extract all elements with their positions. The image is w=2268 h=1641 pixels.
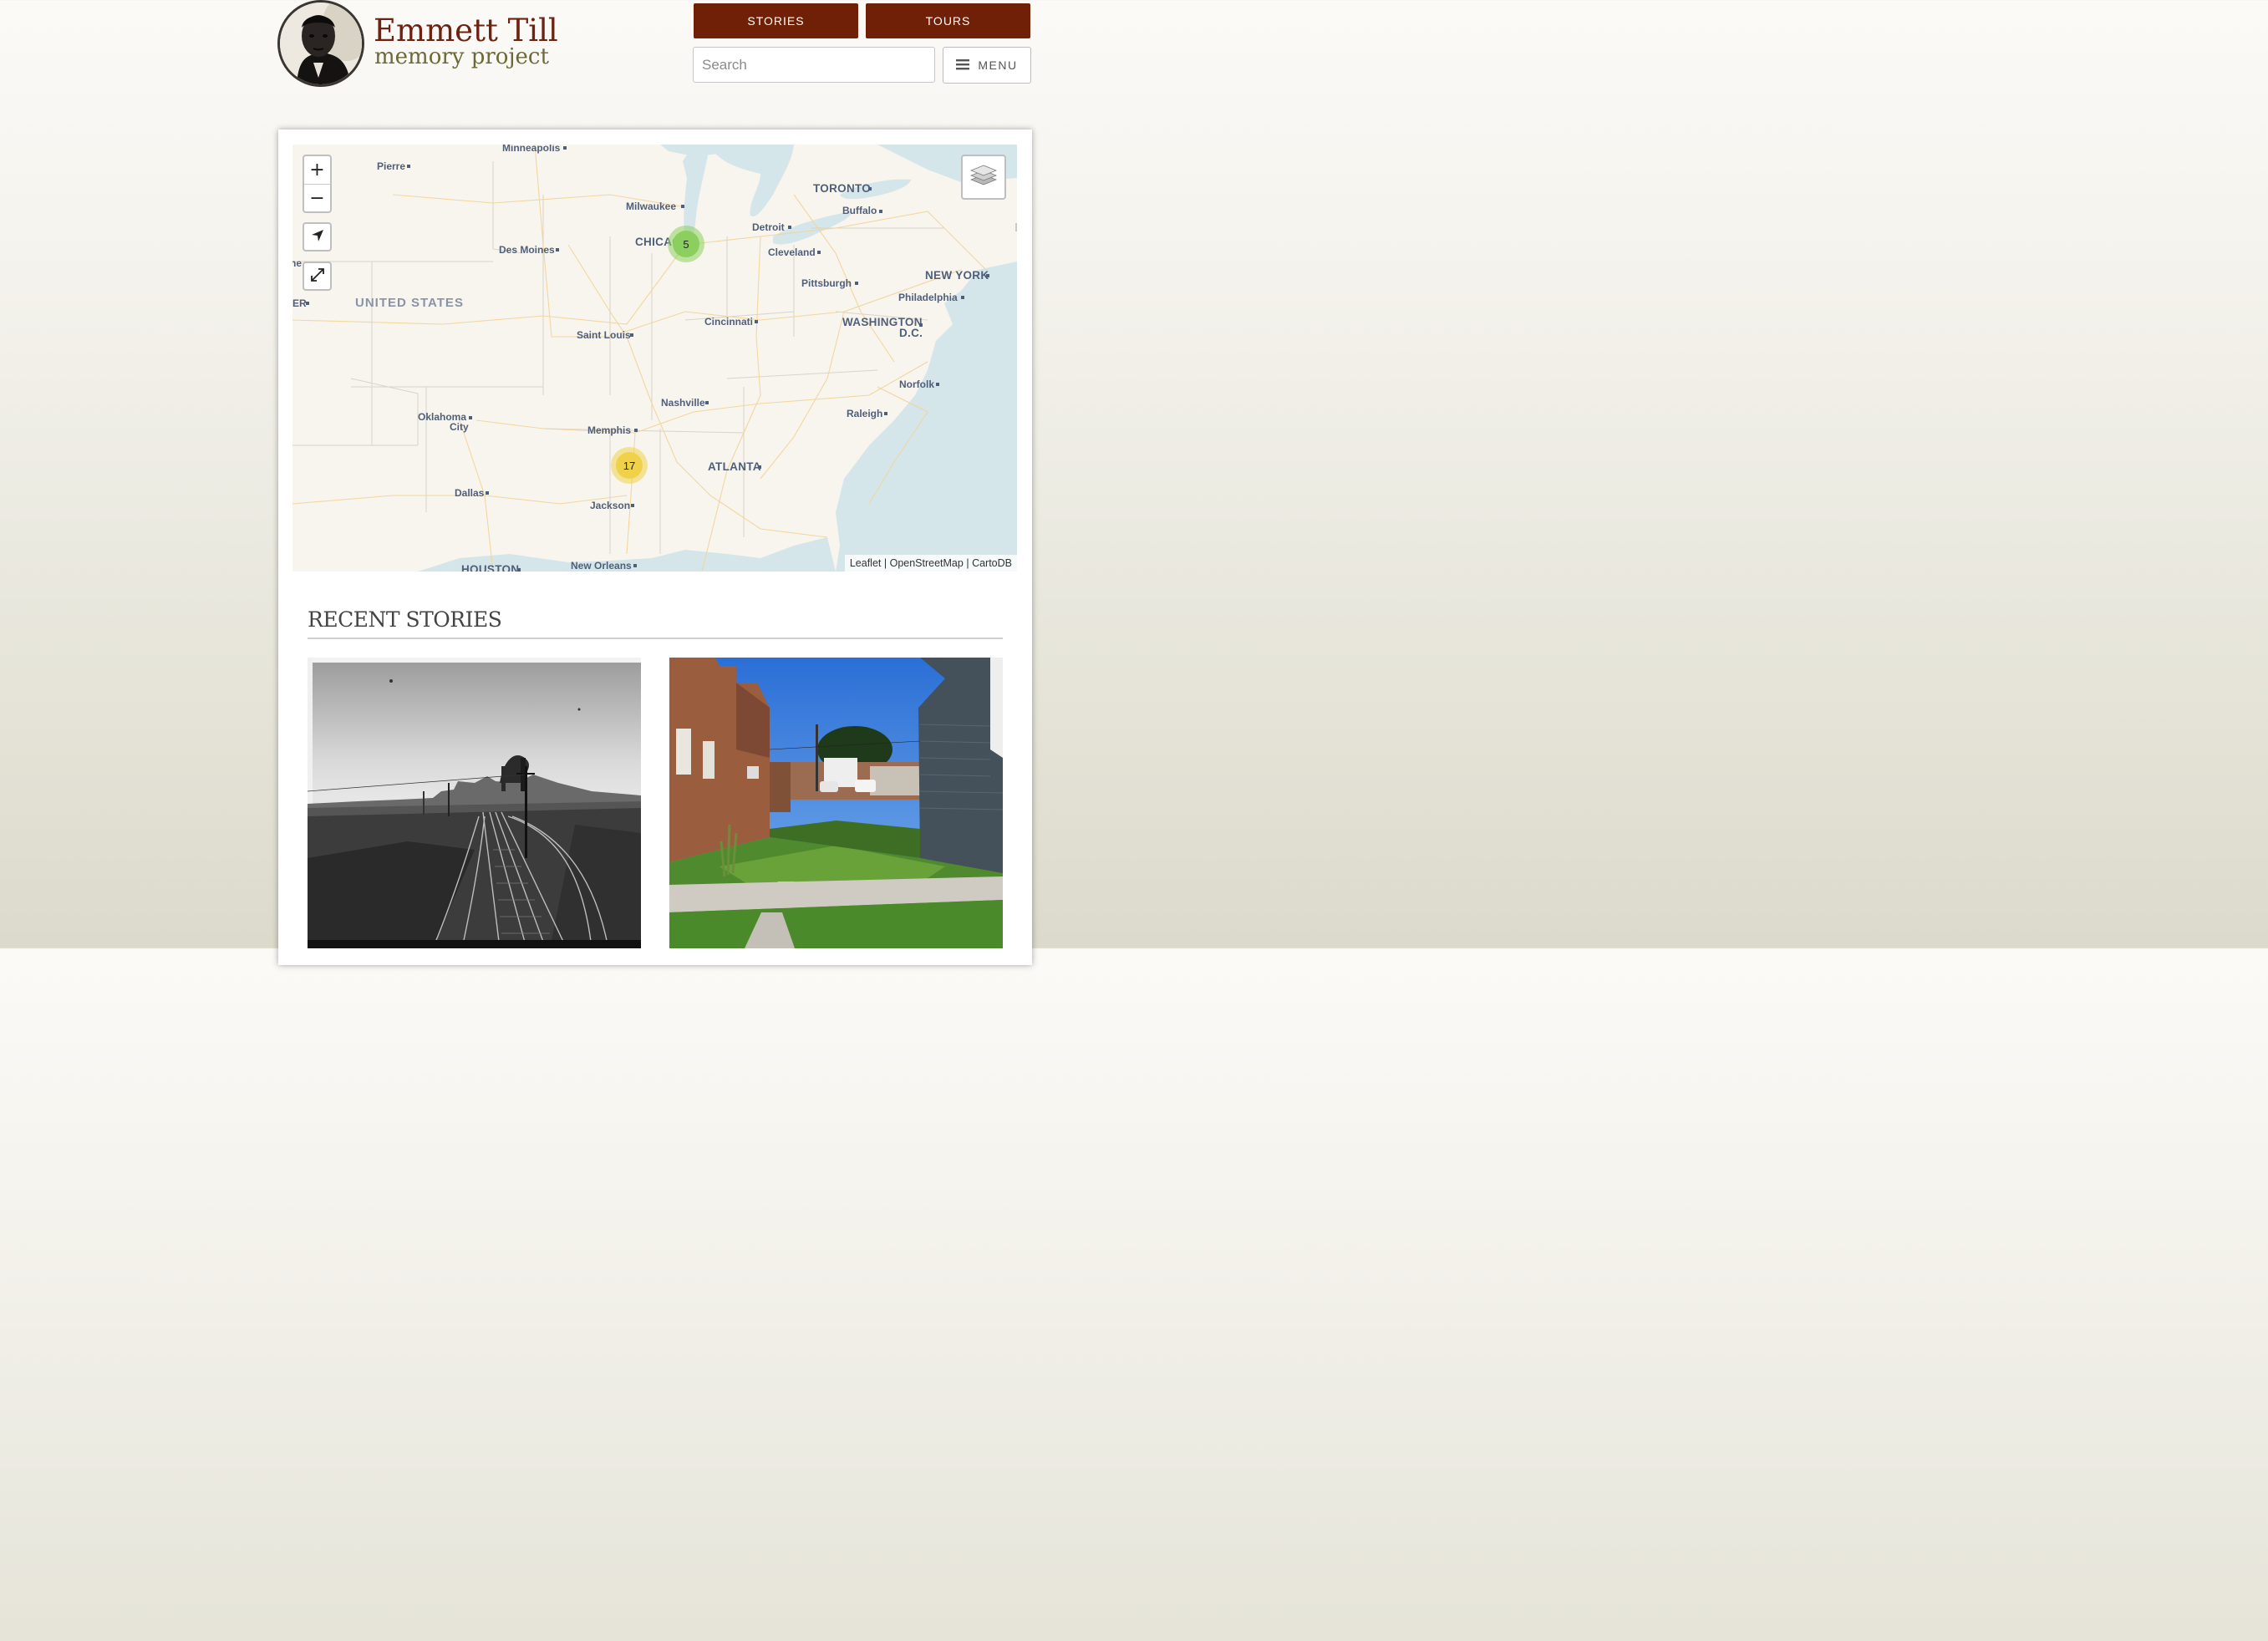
cluster-count-mississippi: 17 — [616, 452, 643, 479]
dot-philadelphia — [961, 296, 964, 299]
attribution-leaflet-link[interactable]: Leaflet — [850, 557, 882, 569]
attribution-separator: | — [883, 557, 887, 569]
label-raleigh: Raleigh — [847, 408, 883, 419]
label-cincinnati: Cincinnati — [704, 316, 754, 328]
menu-label: MENU — [978, 58, 1018, 72]
dot-washington — [919, 323, 923, 327]
label-buffalo: Buffalo — [842, 205, 877, 216]
dot-memphis — [634, 429, 638, 432]
layers-icon — [969, 163, 998, 191]
dot-new-orleans — [633, 564, 637, 567]
label-atlanta: ATLANTA — [708, 460, 761, 473]
portrait-logo-image — [277, 0, 364, 87]
menu-button[interactable]: MENU — [943, 47, 1031, 84]
label-dc: D.C. — [899, 327, 923, 339]
railyard-photo — [308, 658, 641, 948]
dot-pittsburgh — [855, 282, 858, 285]
dot-pierre — [407, 165, 410, 168]
dot-cleveland — [817, 251, 821, 254]
hamburger-icon — [956, 58, 970, 74]
label-des-moines: Des Moines — [499, 244, 555, 256]
label-minneapolis: Minneapolis — [502, 145, 561, 154]
site-subtitle: memory project — [374, 44, 549, 69]
vacant-lot-photo — [669, 658, 1003, 948]
dot-new-york — [986, 274, 989, 277]
dot-minneapolis — [563, 146, 567, 150]
dot-detroit — [788, 226, 791, 229]
dot-des-moines — [556, 248, 559, 251]
attribution-separator: | — [966, 557, 969, 569]
dot-houston — [517, 568, 521, 572]
label-new-orleans: New Orleans — [571, 560, 632, 572]
dot-raleigh — [884, 412, 887, 415]
label-detroit: Detroit — [752, 221, 785, 233]
label-houston: HOUSTON — [461, 563, 520, 572]
dot-dallas — [486, 491, 489, 495]
dot-toronto — [868, 187, 872, 191]
zoom-out-button[interactable]: − — [304, 185, 330, 212]
section-divider — [308, 638, 1003, 639]
dot-nashville — [705, 401, 709, 404]
dot-cincinnati — [755, 320, 758, 323]
label-philadelphia: Philadelphia — [898, 292, 958, 303]
expand-icon — [310, 267, 325, 286]
label-oklahoma-city: City — [450, 421, 469, 433]
zoom-in-button[interactable]: + — [304, 156, 330, 185]
map-attribution: Leaflet | OpenStreetMap | CartoDB — [844, 555, 1017, 572]
label-jackson: Jackson — [590, 500, 631, 511]
locate-button[interactable] — [303, 222, 332, 251]
label-new-york: NEW YORK — [925, 269, 989, 282]
tours-button[interactable]: TOURS — [866, 3, 1030, 38]
dot-edge-mid — [306, 302, 309, 305]
site-logo[interactable]: Emmett Till memory project — [277, 0, 558, 88]
label-toronto: TORONTO — [813, 182, 872, 195]
cluster-marker-chicago[interactable]: 5 — [668, 226, 704, 262]
label-nashville: Nashville — [661, 397, 705, 409]
dot-milwaukee — [681, 205, 684, 208]
layers-button[interactable] — [961, 155, 1006, 200]
label-saint-louis: Saint Louis — [577, 329, 631, 341]
label-edge-top: ne — [292, 257, 303, 269]
stories-button[interactable]: STORIES — [694, 3, 858, 38]
dot-buffalo — [879, 210, 882, 213]
label-cleveland: Cleveland — [768, 246, 816, 258]
dot-atlanta — [758, 465, 761, 469]
fullscreen-button[interactable] — [303, 262, 332, 291]
story-map[interactable]: Minneapolis Pierre Milwaukee TORONTO Buf… — [292, 145, 1017, 572]
label-memphis: Memphis — [587, 424, 632, 436]
attribution-osm-link[interactable]: OpenStreetMap — [890, 557, 964, 569]
dot-norfolk — [936, 383, 939, 386]
location-arrow-icon — [310, 228, 325, 246]
story-card-vacant-lot-photo[interactable] — [669, 658, 1003, 948]
label-edge-mid: ER — [292, 297, 307, 309]
main-content-card: Minneapolis Pierre Milwaukee TORONTO Buf… — [278, 130, 1032, 965]
dot-saint-louis — [630, 333, 633, 337]
label-dallas: Dallas — [455, 487, 485, 499]
recent-stories-heading: RECENT STORIES — [308, 607, 502, 632]
label-pierre: Pierre — [377, 160, 406, 172]
dot-oklahoma-city — [469, 416, 472, 419]
dot-jackson — [631, 504, 634, 507]
label-united-states: UNITED STATES — [355, 296, 464, 310]
zoom-control: + − — [303, 155, 332, 213]
cluster-count-chicago: 5 — [673, 231, 699, 257]
search-input[interactable] — [693, 47, 935, 83]
story-card-railyard-photo[interactable] — [308, 658, 641, 948]
cluster-marker-mississippi[interactable]: 17 — [611, 447, 648, 484]
label-pittsburgh: Pittsburgh — [801, 277, 852, 289]
label-norfolk: Norfolk — [899, 378, 934, 390]
label-milwaukee: Milwaukee — [626, 201, 677, 212]
attribution-carto-link[interactable]: CartoDB — [972, 557, 1012, 569]
